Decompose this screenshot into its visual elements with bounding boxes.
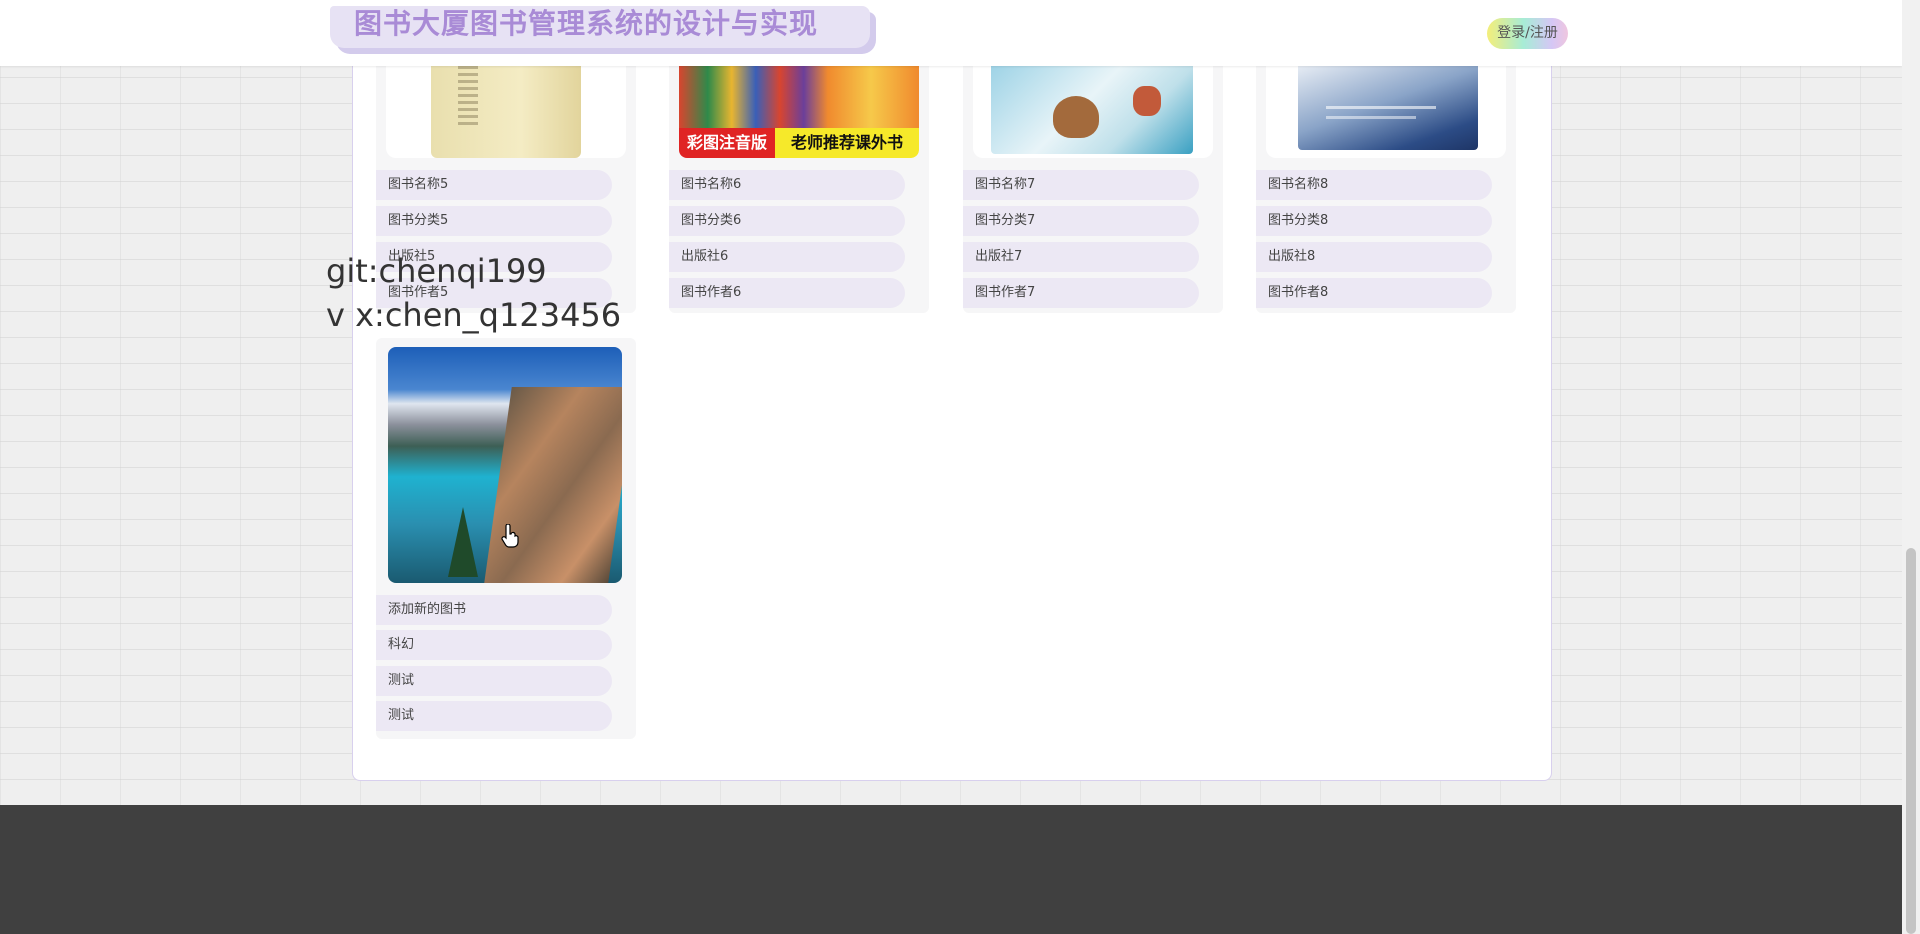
vertical-scrollbar[interactable] xyxy=(1902,0,1920,934)
book-name: 图书名称8 xyxy=(1256,170,1492,200)
book-name: 添加新的图书 xyxy=(376,595,612,625)
overlay-git-text: git:chenqi199 xyxy=(326,252,547,290)
book-cover-image[interactable] xyxy=(1266,66,1506,158)
book-cover-image[interactable] xyxy=(973,66,1213,158)
book-category: 科幻 xyxy=(376,630,612,660)
cover-badge-left: 彩图注音版 xyxy=(679,128,775,158)
book-author: 图书作者8 xyxy=(1256,278,1492,308)
book-category: 图书分类7 xyxy=(963,206,1199,236)
site-title: 图书大厦图书管理系统的设计与实现 xyxy=(354,7,819,40)
book-author: 图书作者6 xyxy=(669,278,905,308)
scrollbar-thumb[interactable] xyxy=(1906,548,1916,934)
book-category: 图书分类6 xyxy=(669,206,905,236)
book-card[interactable]: 图书名称7 图书分类7 出版社7 图书作者7 xyxy=(963,40,1223,313)
book-name: 图书名称5 xyxy=(376,170,612,200)
page-footer xyxy=(0,805,1902,934)
book-name: 图书名称7 xyxy=(963,170,1199,200)
book-publisher: 出版社6 xyxy=(669,242,905,272)
book-category: 图书分类8 xyxy=(1256,206,1492,236)
book-author: 图书作者7 xyxy=(963,278,1199,308)
site-title-box: 图书大厦图书管理系统的设计与实现 xyxy=(330,6,870,48)
book-name: 图书名称6 xyxy=(669,170,905,200)
book-publisher: 测试 xyxy=(376,666,612,696)
book-publisher: 出版社8 xyxy=(1256,242,1492,272)
hand-cursor-icon xyxy=(500,523,520,548)
cover-badge-right: 老师推荐课外书 xyxy=(775,128,919,158)
book-category: 图书分类5 xyxy=(376,206,612,236)
top-header: 图书大厦图书管理系统的设计与实现 登录/注册 xyxy=(0,0,1902,66)
overlay-contact-text: v x:chen_q123456 xyxy=(326,296,622,334)
book-cover-image[interactable]: 彩图注音版 老师推荐课外书 xyxy=(679,66,919,158)
book-author: 测试 xyxy=(376,701,612,731)
book-list-container: 图书名称5 图书分类5 出版社5 图书作者5 彩图注音版 老师推荐课外书 图书名… xyxy=(352,40,1552,781)
book-card[interactable]: 图书名称8 图书分类8 出版社8 图书作者8 xyxy=(1256,40,1516,313)
book-card[interactable]: 彩图注音版 老师推荐课外书 图书名称6 图书分类6 出版社6 图书作者6 xyxy=(669,40,929,313)
login-register-button[interactable]: 登录/注册 xyxy=(1487,18,1568,49)
book-publisher: 出版社7 xyxy=(963,242,1199,272)
book-cover-image[interactable] xyxy=(386,66,626,158)
